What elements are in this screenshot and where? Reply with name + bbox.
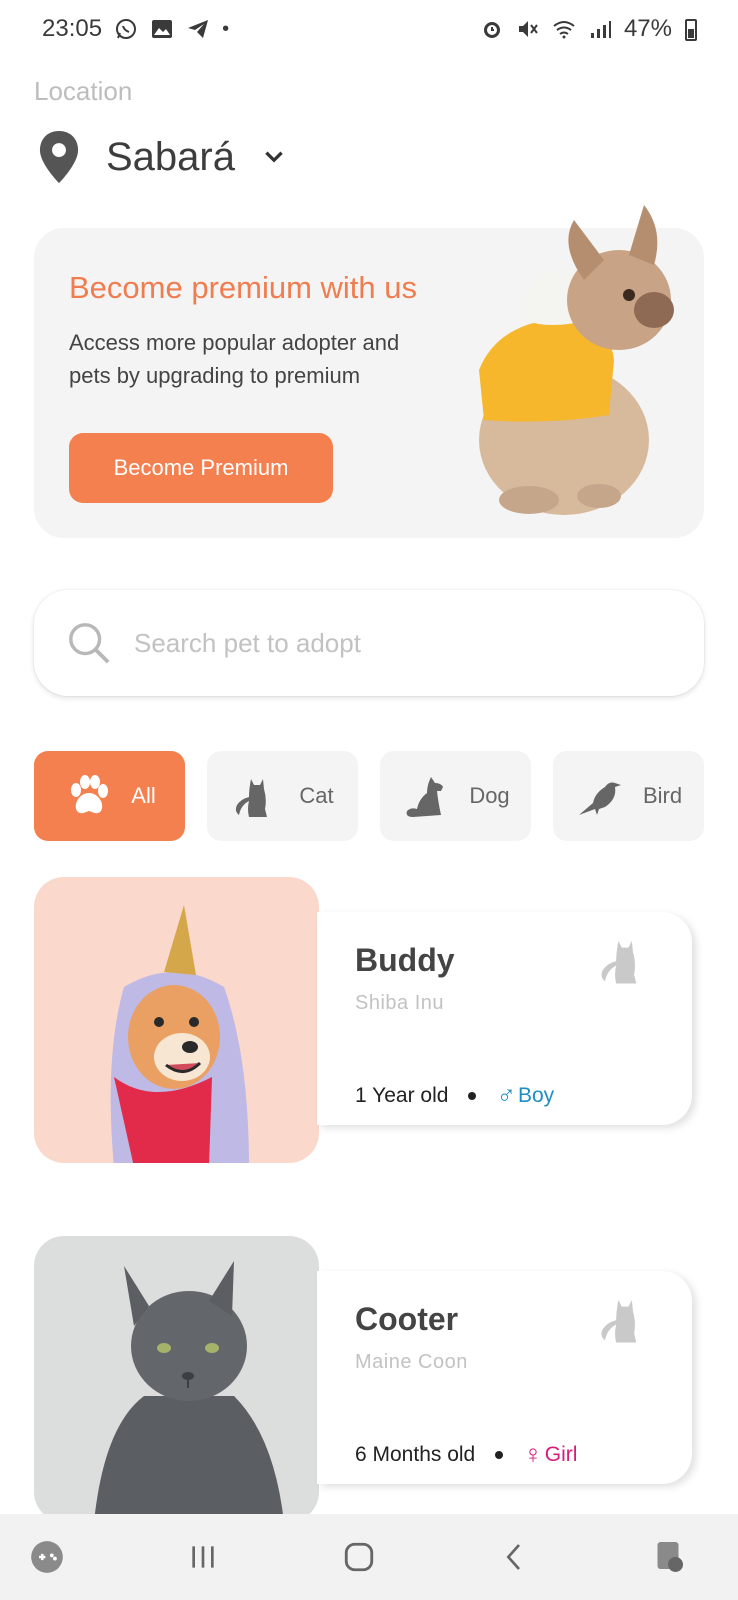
bird-icon: [578, 782, 621, 815]
mute-icon: [518, 21, 538, 37]
pet-meta: 6 Months old ♀ Girl: [355, 1439, 577, 1470]
category-bird[interactable]: Bird: [553, 751, 704, 841]
category-dog[interactable]: Dog: [380, 751, 531, 841]
system-navigation-bar: [0, 1514, 738, 1600]
status-time: 23:05: [42, 15, 103, 42]
shiba-dog-image: [110, 905, 249, 1163]
male-icon: ♂: [496, 1080, 516, 1110]
pet-age: 6 Months old: [355, 1442, 476, 1466]
status-left: 23:05 •: [42, 15, 229, 43]
pet-breed: Maine Coon: [355, 1351, 468, 1373]
category-label: All: [131, 783, 156, 808]
recent-apps-button[interactable]: [178, 1532, 228, 1582]
pet-photo: [34, 877, 319, 1163]
premium-description: Access more popular adopter and pets by …: [69, 330, 400, 388]
search-bar[interactable]: [34, 590, 704, 696]
pet-info: Cooter Maine Coon 6 Months old ♀ Girl: [317, 1271, 692, 1484]
pet-info: Buddy Shiba Inu 1 Year old ♂ Boy: [317, 912, 692, 1125]
pet-breed: Shiba Inu: [355, 992, 445, 1014]
premium-dog-image: [479, 205, 674, 515]
pet-meta: 1 Year old ♂ Boy: [355, 1080, 554, 1111]
game-launcher-button[interactable]: [22, 1532, 72, 1582]
cat-icon: [236, 779, 268, 817]
assistant-button[interactable]: [646, 1532, 696, 1582]
map-pin-icon: [39, 131, 79, 183]
wifi-icon: [553, 21, 575, 39]
cat-icon: [601, 1299, 637, 1343]
pet-name: Cooter: [355, 1301, 459, 1337]
gallery-icon: [152, 20, 173, 38]
assistant-icon: [657, 1542, 683, 1572]
pet-card[interactable]: Buddy Shiba Inu 1 Year old ♂ Boy: [34, 877, 694, 1163]
category-label: Cat: [299, 783, 334, 808]
dot-icon: •: [222, 17, 230, 40]
paw-icon: [71, 775, 109, 814]
become-premium-button[interactable]: Become Premium: [69, 433, 333, 503]
premium-title: Become premium with us: [69, 270, 418, 305]
separator-dot: [495, 1450, 504, 1459]
back-button[interactable]: [490, 1532, 540, 1582]
dog-icon: [406, 777, 444, 817]
pet-gender: ♀ Girl: [523, 1439, 577, 1470]
category-filter: All Cat Dog Bird: [34, 751, 704, 841]
category-all[interactable]: All: [34, 751, 185, 841]
status-bar: 23:05 • 47%: [0, 0, 738, 58]
separator-dot: [468, 1091, 477, 1100]
pet-age: 1 Year old: [355, 1083, 449, 1107]
home-icon: [344, 1542, 374, 1572]
pet-gender: ♂ Boy: [496, 1080, 554, 1111]
category-label: Dog: [469, 783, 510, 808]
telegram-icon: [188, 20, 209, 38]
alarm-icon: [483, 22, 500, 38]
signal-icon: [590, 21, 611, 38]
search-input[interactable]: [134, 627, 654, 659]
pet-name: Buddy: [355, 942, 455, 978]
chevron-down-icon[interactable]: [261, 144, 287, 170]
back-icon: [506, 1544, 520, 1570]
category-label: Bird: [642, 783, 683, 808]
recent-apps-icon: [192, 1546, 214, 1568]
whatsapp-icon: [116, 19, 137, 39]
search-icon: [69, 623, 110, 664]
location-label: Location: [34, 76, 133, 106]
location-city: Sabará: [106, 134, 235, 179]
female-icon: ♀: [523, 1439, 543, 1469]
location-selector[interactable]: Sabará: [38, 128, 287, 186]
premium-banner: Become premium with us Access more popul…: [34, 205, 704, 538]
cat-icon: [601, 940, 637, 984]
game-launcher-icon: [31, 1541, 63, 1573]
gray-cat-image: [94, 1261, 284, 1522]
pet-gender-label: Girl: [544, 1442, 578, 1466]
category-cat[interactable]: Cat: [207, 751, 358, 841]
home-button[interactable]: [334, 1532, 384, 1582]
pet-card[interactable]: Cooter Maine Coon 6 Months old ♀ Girl: [34, 1236, 694, 1522]
battery-percent: 47%: [623, 15, 672, 42]
pet-photo: [34, 1236, 319, 1522]
status-right: 47%: [480, 15, 698, 43]
pet-gender-label: Boy: [517, 1083, 555, 1107]
battery-icon: [685, 19, 697, 41]
